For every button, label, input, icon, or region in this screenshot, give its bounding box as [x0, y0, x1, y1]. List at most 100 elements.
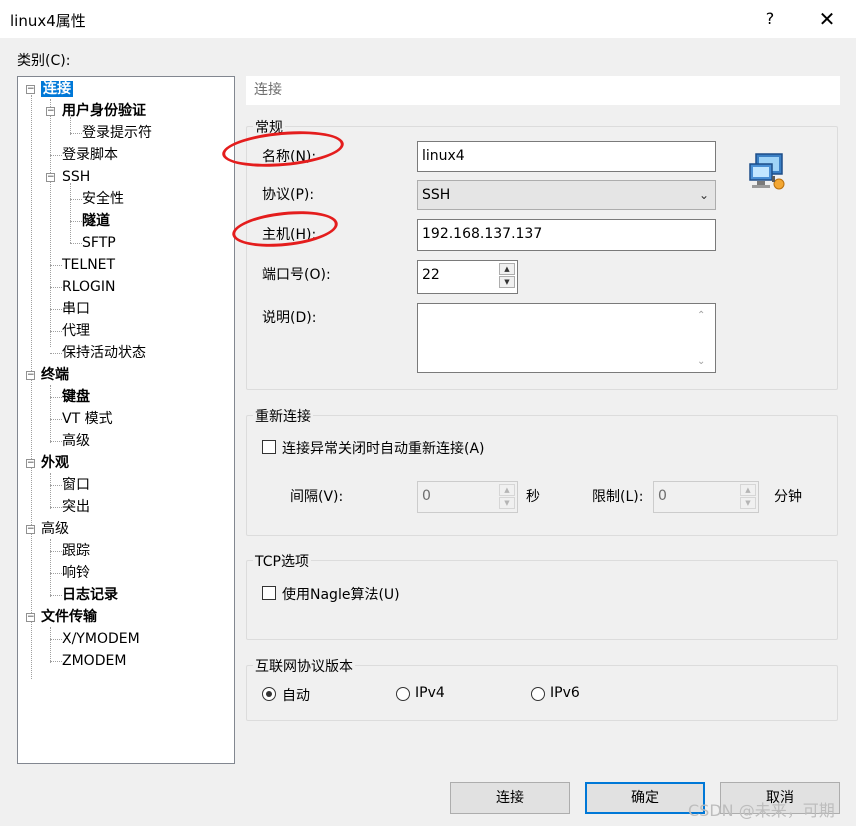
- protocol-label: 协议(P):: [262, 187, 315, 203]
- radio-ipv4[interactable]: [396, 687, 410, 701]
- tree-item-window[interactable]: 窗口: [62, 475, 90, 495]
- radio-auto[interactable]: [262, 687, 276, 701]
- collapse-icon[interactable]: −: [26, 85, 35, 94]
- tree-line: [31, 95, 32, 679]
- help-button[interactable]: ?: [760, 6, 780, 32]
- collapse-icon[interactable]: −: [46, 107, 55, 116]
- tree-item-login-prompt[interactable]: 登录提示符: [82, 123, 152, 143]
- tree-item-advanced[interactable]: 高级: [41, 519, 69, 539]
- tree-line: [70, 199, 82, 200]
- interval-field[interactable]: 0 ▲ ▼: [417, 481, 518, 513]
- protocol-value: SSH: [422, 187, 451, 203]
- tree-item-xymodem[interactable]: X/YMODEM: [62, 629, 140, 649]
- spin-up-icon[interactable]: ▲: [499, 484, 515, 496]
- spin-up-icon[interactable]: ▲: [499, 263, 515, 275]
- auto-reconnect-label[interactable]: 连接异常关闭时自动重新连接(A): [282, 438, 485, 458]
- radio-ipv6[interactable]: [531, 687, 545, 701]
- name-field[interactable]: linux4: [417, 141, 716, 172]
- tree-line: [50, 639, 62, 640]
- tcp-group-title: TCP选项: [253, 551, 311, 571]
- tree-item-tunnel[interactable]: 隧道: [82, 211, 110, 231]
- tree-item-bell[interactable]: 响铃: [62, 563, 90, 583]
- tree-line: [50, 595, 62, 596]
- tree-line: [50, 419, 62, 420]
- tree-line: [50, 551, 62, 552]
- tree-line: [50, 309, 62, 310]
- spin-down-icon[interactable]: ▼: [499, 497, 515, 509]
- window-title: linux4属性: [10, 12, 86, 30]
- chevron-down-icon: ⌄: [698, 188, 709, 202]
- spin-down-icon[interactable]: ▼: [740, 497, 756, 509]
- close-button[interactable]: ✕: [812, 4, 842, 34]
- tree-item-zmodem[interactable]: ZMODEM: [62, 651, 126, 671]
- tree-item-serial[interactable]: 串口: [62, 299, 90, 319]
- collapse-icon[interactable]: −: [26, 459, 35, 468]
- scroll-up-icon[interactable]: ⌃: [697, 310, 711, 322]
- description-field[interactable]: ⌃ ⌄: [417, 303, 716, 373]
- tree-item-keepalive[interactable]: 保持活动状态: [62, 343, 146, 363]
- tree-item-appearance[interactable]: 外观: [41, 453, 69, 473]
- nagle-checkbox[interactable]: [262, 586, 276, 600]
- collapse-icon[interactable]: −: [26, 371, 35, 380]
- spin-up-icon[interactable]: ▲: [740, 484, 756, 496]
- ok-button[interactable]: 确定: [585, 782, 705, 814]
- category-tree[interactable]: − − − − − − − 连接 用户身份验证 登录提示符 登录脚本 SSH 安…: [17, 76, 235, 764]
- ip-version-group-title: 互联网协议版本: [253, 656, 355, 676]
- interval-label: 间隔(V):: [290, 489, 344, 505]
- spin-down-icon[interactable]: ▼: [499, 276, 515, 288]
- interval-stepper[interactable]: ▲ ▼: [499, 484, 515, 510]
- tree-line: [50, 485, 62, 486]
- tree-item-login-script[interactable]: 登录脚本: [62, 145, 118, 165]
- auto-reconnect-checkbox[interactable]: [262, 440, 276, 454]
- collapse-icon[interactable]: −: [46, 173, 55, 182]
- tree-item-sftp[interactable]: SFTP: [82, 233, 116, 253]
- collapse-icon[interactable]: −: [26, 525, 35, 534]
- host-field[interactable]: 192.168.137.137: [417, 219, 716, 251]
- tree-item-vt-mode[interactable]: VT 模式: [62, 409, 113, 429]
- tree-item-highlight[interactable]: 突出: [62, 497, 90, 517]
- port-value: 22: [422, 267, 440, 283]
- tree-line: [50, 627, 51, 663]
- protocol-select[interactable]: SSH ⌄: [417, 180, 716, 210]
- tree-item-terminal-advanced[interactable]: 高级: [62, 431, 90, 451]
- panel-header: 连接: [246, 76, 840, 105]
- tree-item-ssh[interactable]: SSH: [62, 167, 90, 187]
- description-label: 说明(D):: [262, 310, 317, 326]
- radio-ipv4-label[interactable]: IPv4: [415, 685, 445, 701]
- connect-button[interactable]: 连接: [450, 782, 570, 814]
- tree-item-rlogin[interactable]: RLOGIN: [62, 277, 116, 297]
- tree-item-keyboard[interactable]: 键盘: [62, 387, 90, 407]
- port-field[interactable]: 22 ▲ ▼: [417, 260, 518, 294]
- limit-field[interactable]: 0 ▲ ▼: [653, 481, 759, 513]
- title-bar: linux4属性 ? ✕: [0, 0, 856, 38]
- tree-item-connection[interactable]: 连接: [41, 79, 73, 99]
- interval-value: 0: [422, 488, 431, 504]
- tree-item-logging[interactable]: 日志记录: [62, 585, 118, 605]
- tree-line: [50, 573, 62, 574]
- tree-item-telnet[interactable]: TELNET: [62, 255, 115, 275]
- port-stepper[interactable]: ▲ ▼: [499, 263, 515, 289]
- limit-stepper[interactable]: ▲ ▼: [740, 484, 756, 510]
- tree-line: [70, 183, 71, 243]
- limit-label: 限制(L):: [592, 489, 644, 505]
- interval-unit: 秒: [526, 489, 540, 505]
- description-scrollbar[interactable]: ⌃ ⌄: [697, 310, 711, 368]
- nagle-label[interactable]: 使用Nagle算法(U): [282, 584, 400, 604]
- tree-line: [50, 473, 51, 509]
- tree-item-trace[interactable]: 跟踪: [62, 541, 90, 561]
- radio-ipv6-label[interactable]: IPv6: [550, 685, 580, 701]
- tree-line: [70, 221, 82, 222]
- radio-auto-label[interactable]: 自动: [282, 685, 310, 705]
- limit-unit: 分钟: [774, 489, 802, 505]
- scroll-down-icon[interactable]: ⌄: [697, 356, 705, 368]
- tree-item-proxy[interactable]: 代理: [62, 321, 90, 341]
- tree-item-security[interactable]: 安全性: [82, 189, 124, 209]
- tree-line: [50, 507, 62, 508]
- tree-item-auth[interactable]: 用户身份验证: [62, 101, 146, 121]
- tree-line: [70, 133, 82, 134]
- tree-line: [50, 441, 62, 442]
- collapse-icon[interactable]: −: [26, 613, 35, 622]
- reconnect-group: [246, 415, 838, 536]
- tree-item-file-transfer[interactable]: 文件传输: [41, 607, 97, 627]
- tree-item-terminal[interactable]: 终端: [41, 365, 69, 385]
